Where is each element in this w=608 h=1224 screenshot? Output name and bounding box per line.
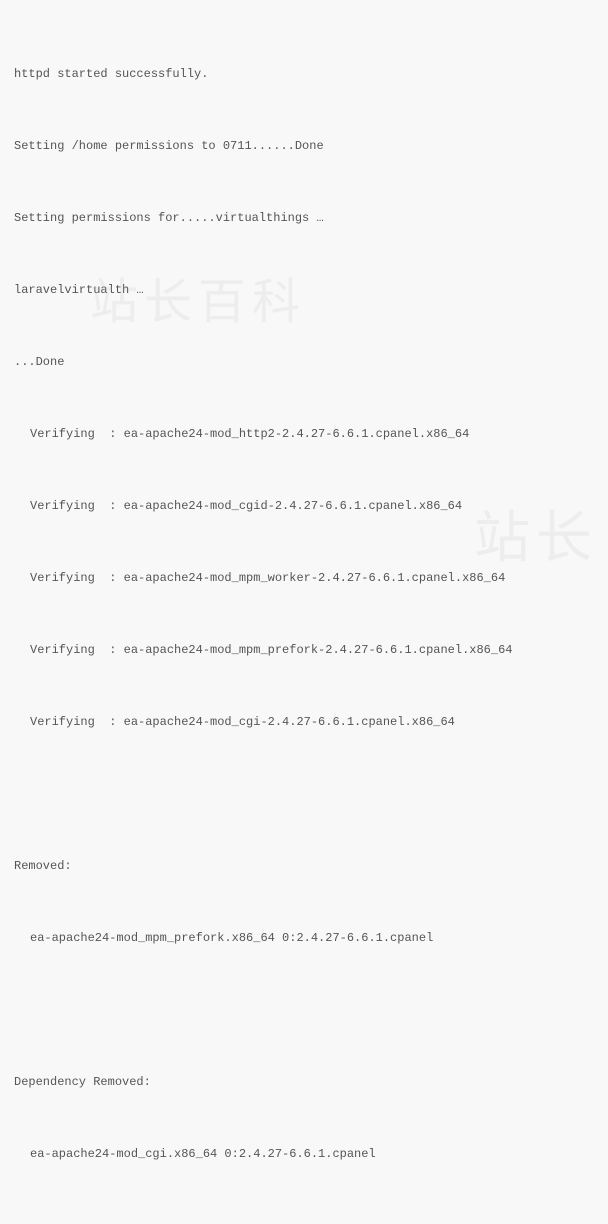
terminal-output: httpd started successfully. Setting /hom… (14, 14, 594, 1224)
output-line: Setting permissions for.....virtualthing… (14, 206, 594, 230)
section-header: Removed: (14, 854, 594, 878)
blank-line (14, 782, 594, 806)
section-header: Dependency Removed: (14, 1070, 594, 1094)
output-line: ...Done (14, 350, 594, 374)
blank-line (14, 1214, 594, 1224)
verify-line: Verifying : ea-apache24-mod_mpm_prefork-… (14, 638, 594, 662)
output-line: laravelvirtualth … (14, 278, 594, 302)
verify-line: Verifying : ea-apache24-mod_cgid-2.4.27-… (14, 494, 594, 518)
output-line: httpd started successfully. (14, 62, 594, 86)
package-line: ea-apache24-mod_mpm_prefork.x86_64 0:2.4… (14, 926, 594, 950)
blank-line (14, 998, 594, 1022)
output-line: Setting /home permissions to 0711......D… (14, 134, 594, 158)
package-line: ea-apache24-mod_cgi.x86_64 0:2.4.27-6.6.… (14, 1142, 594, 1166)
verify-line: Verifying : ea-apache24-mod_mpm_worker-2… (14, 566, 594, 590)
verify-line: Verifying : ea-apache24-mod_http2-2.4.27… (14, 422, 594, 446)
verify-line: Verifying : ea-apache24-mod_cgi-2.4.27-6… (14, 710, 594, 734)
